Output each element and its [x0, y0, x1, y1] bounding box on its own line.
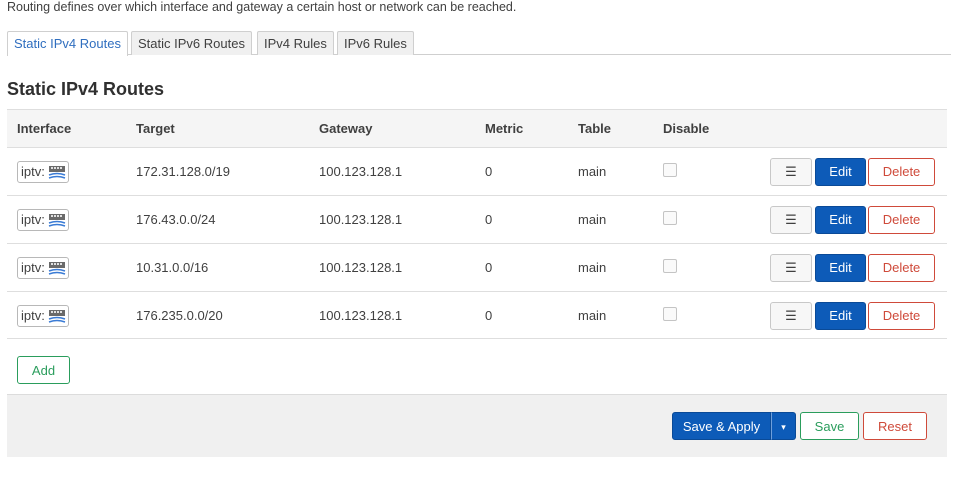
disable-checkbox[interactable] [663, 163, 677, 177]
interface-badge: iptv: [17, 209, 69, 231]
table-row: iptv: 10.31.0.0/16 100.123.128.1 0 main … [7, 243, 947, 291]
col-interface: Interface [17, 121, 72, 136]
interface-badge: iptv: [17, 257, 69, 279]
network-port-icon [48, 262, 66, 275]
col-target: Target [136, 121, 175, 136]
table-row: iptv: 172.31.128.0/19 100.123.128.1 0 ma… [7, 147, 947, 195]
network-port-icon [48, 310, 66, 323]
route-metric: 0 [485, 260, 493, 275]
drag-handle-button[interactable]: ☰ [770, 158, 812, 186]
edit-button[interactable]: Edit [815, 206, 866, 234]
table-header: Interface Target Gateway Metric Table Di… [7, 109, 947, 147]
interface-label: iptv: [21, 308, 45, 323]
col-table: Table [578, 121, 611, 136]
page-description: Routing defines over which interface and… [7, 0, 517, 14]
network-port-icon [48, 214, 66, 227]
route-metric: 0 [485, 212, 493, 227]
drag-handle-button[interactable]: ☰ [770, 206, 812, 234]
route-gateway: 100.123.128.1 [319, 308, 403, 323]
route-gateway: 100.123.128.1 [319, 260, 403, 275]
disable-checkbox[interactable] [663, 259, 677, 273]
interface-label: iptv: [21, 164, 45, 179]
tab-bar: Static IPv4 Routes Static IPv6 Routes IP… [7, 31, 951, 56]
edit-button[interactable]: Edit [815, 254, 866, 282]
col-disable: Disable [663, 121, 710, 136]
tab-static-ipv4-routes[interactable]: Static IPv4 Routes [7, 31, 128, 56]
route-target: 10.31.0.0/16 [136, 260, 209, 275]
save-button[interactable]: Save [800, 412, 859, 440]
col-metric: Metric [485, 121, 524, 136]
edit-button[interactable]: Edit [815, 158, 866, 186]
disable-checkbox[interactable] [663, 307, 677, 321]
reset-button[interactable]: Reset [863, 412, 927, 440]
interface-badge: iptv: [17, 161, 69, 183]
delete-button[interactable]: Delete [868, 206, 935, 234]
route-metric: 0 [485, 308, 493, 323]
col-gateway: Gateway [319, 121, 373, 136]
route-target: 176.235.0.0/20 [136, 308, 223, 323]
tab-ipv6-rules[interactable]: IPv6 Rules [337, 31, 414, 55]
route-gateway: 100.123.128.1 [319, 212, 403, 227]
route-metric: 0 [485, 164, 493, 179]
drag-handle-button[interactable]: ☰ [770, 254, 812, 282]
interface-label: iptv: [21, 212, 45, 227]
route-gateway: 100.123.128.1 [319, 164, 403, 179]
disable-checkbox[interactable] [663, 211, 677, 225]
interface-badge: iptv: [17, 305, 69, 327]
interface-label: iptv: [21, 260, 45, 275]
table-row: iptv: 176.235.0.0/20 100.123.128.1 0 mai… [7, 291, 947, 339]
table-row: iptv: 176.43.0.0/24 100.123.128.1 0 main… [7, 195, 947, 243]
footer-action-bar: Save & Apply ▾ Save Reset [7, 394, 947, 457]
drag-handle-button[interactable]: ☰ [770, 302, 812, 330]
tab-static-ipv6-routes[interactable]: Static IPv6 Routes [131, 31, 252, 55]
network-port-icon [48, 166, 66, 179]
delete-button[interactable]: Delete [868, 302, 935, 330]
route-target: 176.43.0.0/24 [136, 212, 216, 227]
section-title: Static IPv4 Routes [7, 79, 165, 99]
route-table: main [578, 260, 607, 275]
add-route-button[interactable]: Add [17, 356, 70, 384]
route-table: main [578, 308, 607, 323]
route-table: main [578, 212, 607, 227]
delete-button[interactable]: Delete [868, 254, 935, 282]
save-apply-dropdown-toggle[interactable]: ▾ [771, 412, 796, 440]
route-table: main [578, 164, 607, 179]
delete-button[interactable]: Delete [868, 158, 935, 186]
tab-ipv4-rules[interactable]: IPv4 Rules [257, 31, 334, 55]
edit-button[interactable]: Edit [815, 302, 866, 330]
save-apply-button[interactable]: Save & Apply [672, 412, 771, 440]
route-target: 172.31.128.0/19 [136, 164, 230, 179]
